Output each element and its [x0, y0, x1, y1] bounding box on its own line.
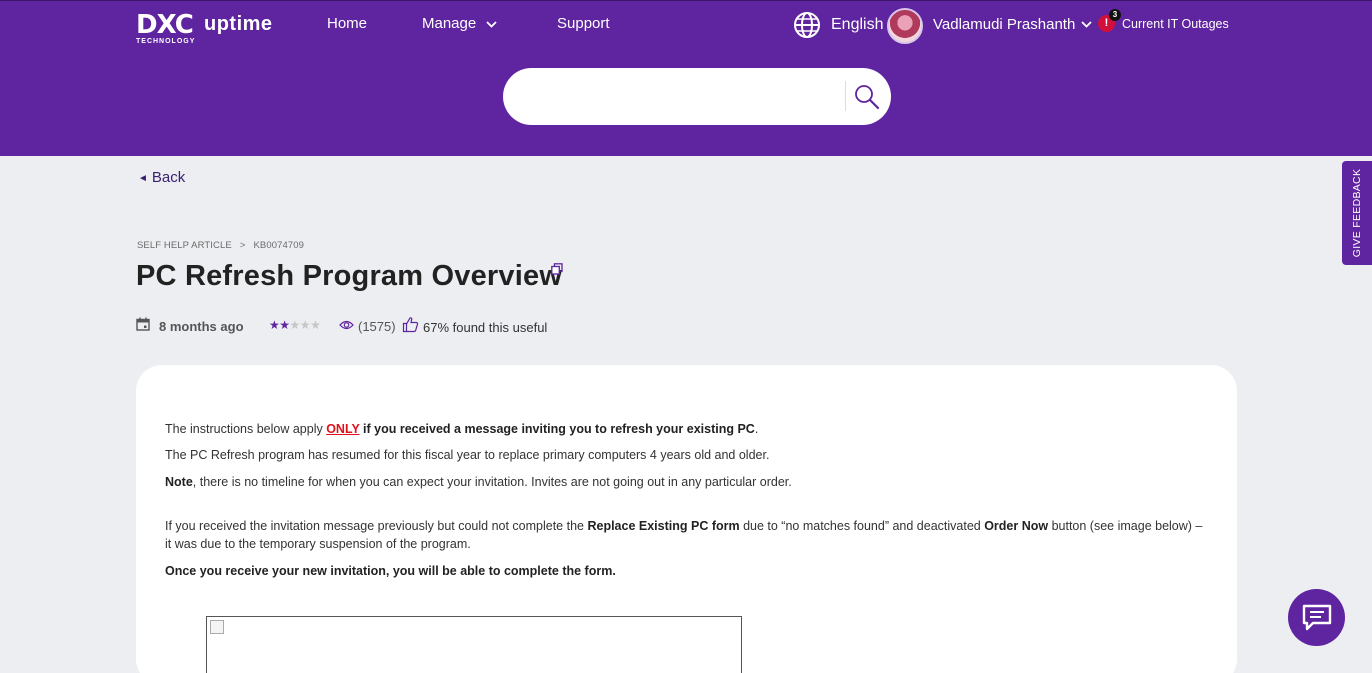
p3-text: , there is no timeline for when you can … [192, 475, 792, 489]
paragraph-4: If you received the invitation message p… [165, 517, 1202, 553]
star-empty-icon[interactable]: ★ [310, 318, 321, 332]
breadcrumb-article-id: KB0074709 [253, 240, 305, 251]
chevron-down-icon [486, 20, 498, 28]
nav-support[interactable]: Support [557, 15, 610, 32]
article-body: The instructions below apply ONLY if you… [136, 365, 1237, 673]
chat-icon [1302, 604, 1332, 631]
current-it-outages-link[interactable]: ! 3 Current IT Outages [1098, 9, 1229, 32]
p3-note: Note [165, 475, 193, 489]
give-feedback-label: GIVE FEEDBACK [1351, 168, 1363, 258]
search-bar [503, 68, 891, 125]
top-header: DXC TECHNOLOGY uptime Home Manage Suppor… [0, 0, 1372, 156]
breadcrumb: SELF HELP ARTICLE > KB0074709 [137, 240, 304, 251]
updated-date: 8 months ago [159, 319, 244, 334]
dxc-uptime-logo[interactable]: DXC TECHNOLOGY uptime [136, 10, 272, 45]
alert-icon: ! 3 [1098, 9, 1121, 32]
language-label: English [831, 16, 884, 33]
chat-button[interactable] [1288, 589, 1345, 646]
p4-text-a: If you received the invitation message p… [165, 519, 588, 533]
globe-icon [794, 12, 820, 38]
logo-technology-text: TECHNOLOGY [136, 38, 196, 45]
p4-text-c: due to “no matches found” and deactivate… [739, 519, 985, 533]
p1-text-b: if you received a message inviting you t… [359, 422, 755, 436]
user-name: Vadlamudi Prashanth [933, 16, 1076, 33]
copy-link-icon[interactable] [551, 263, 563, 275]
back-link[interactable]: ◄ Back [138, 169, 185, 186]
eye-icon [339, 320, 354, 330]
breadcrumb-separator: > [239, 240, 246, 251]
chevron-down-icon [1081, 21, 1092, 28]
user-menu[interactable]: Vadlamudi Prashanth [933, 16, 1092, 33]
paragraph-3: Note, there is no timeline for when you … [165, 473, 792, 491]
p4-form-name: Replace Existing PC form [587, 519, 740, 533]
paragraph-5: Once you receive your new invitation, yo… [165, 562, 616, 580]
useful-percentage: 67% found this useful [423, 320, 548, 335]
article-image [206, 616, 742, 673]
nav-home[interactable]: Home [327, 15, 367, 32]
search-input[interactable] [525, 81, 835, 111]
star-empty-icon[interactable]: ★ [300, 318, 311, 332]
outage-label: Current IT Outages [1122, 16, 1229, 31]
breadcrumb-section[interactable]: SELF HELP ARTICLE [137, 240, 232, 251]
p4-text-e: button (see image below) – [1048, 519, 1203, 533]
p4-order-now: Order Now [984, 519, 1049, 533]
rating-stars[interactable]: ★★★★★ [269, 318, 321, 332]
nav-manage-label: Manage [422, 15, 477, 32]
outage-count-badge: 3 [1109, 9, 1121, 21]
star-filled-icon[interactable]: ★ [269, 318, 280, 332]
search-divider [845, 81, 846, 111]
star-empty-icon[interactable]: ★ [290, 318, 301, 332]
p1-only-emphasis: ONLY [326, 422, 360, 436]
p4-text-f: it was due to the temporary suspension o… [165, 537, 471, 551]
p1-text-c: . [754, 422, 759, 436]
language-selector[interactable]: English [793, 11, 883, 39]
page-title: PC Refresh Program Overview [136, 260, 563, 292]
logo-dxc-text: DXC [136, 10, 194, 40]
back-label: Back [151, 169, 186, 186]
give-feedback-tab[interactable]: GIVE FEEDBACK [1342, 161, 1372, 265]
p1-text-a: The instructions below apply [165, 422, 327, 436]
back-arrow-icon: ◄ [138, 173, 148, 184]
paragraph-1: The instructions below apply ONLY if you… [165, 420, 758, 438]
view-count: (1575) [358, 319, 396, 334]
calendar-icon [136, 317, 150, 331]
broken-image-icon [210, 620, 224, 634]
search-icon[interactable] [853, 84, 881, 110]
thumbs-up-icon[interactable] [402, 316, 419, 333]
p5-text: Once you receive your new invitation, yo… [165, 564, 616, 578]
paragraph-2: The PC Refresh program has resumed for t… [165, 448, 770, 462]
user-avatar[interactable] [887, 8, 923, 44]
logo-uptime-text: uptime [204, 13, 273, 35]
star-filled-icon[interactable]: ★ [279, 318, 290, 332]
nav-manage[interactable]: Manage [422, 15, 498, 32]
